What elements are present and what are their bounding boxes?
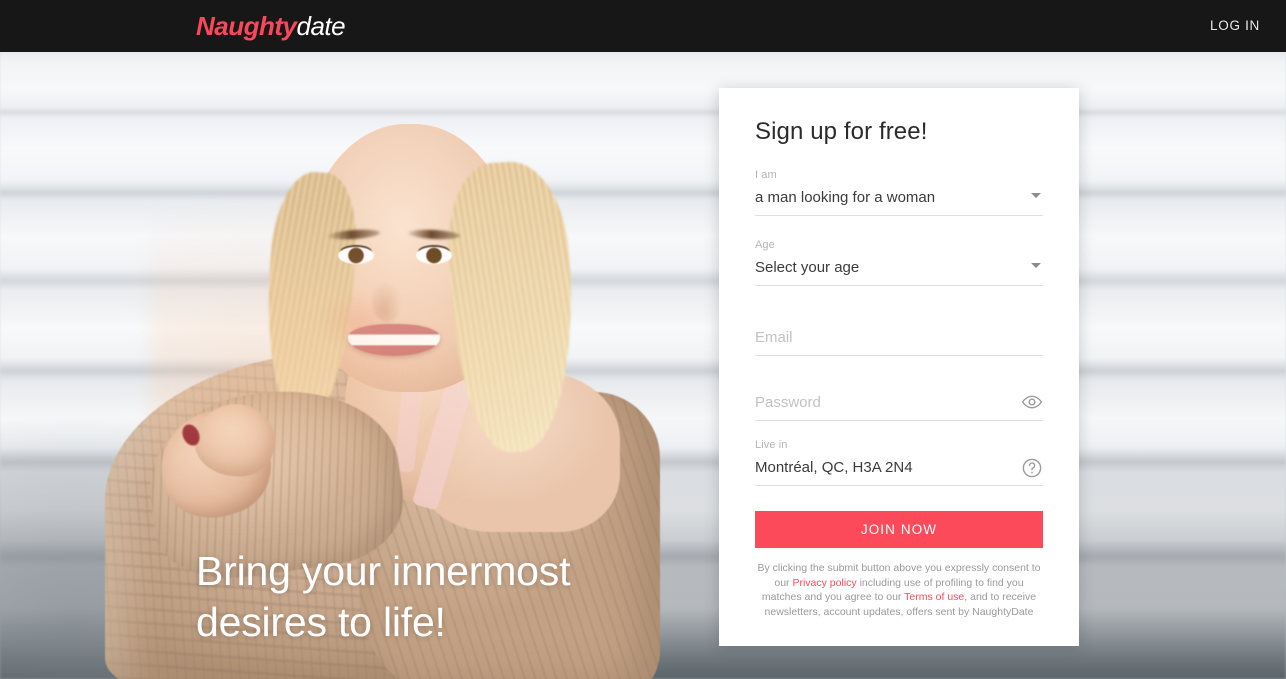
field-password[interactable]: Password [755,374,1043,421]
model-eye-left [338,247,374,264]
hero-tagline-line1: Bring your innermost [196,548,571,594]
field-i-am[interactable]: I am a man looking for a woman [755,169,1043,216]
hero-tagline-line2: desires to life! [196,599,446,645]
site-header: Naughtydate LOG IN [0,0,1286,52]
eye-icon[interactable] [1021,391,1043,413]
model-nose [372,280,402,322]
field-i-am-value: a man looking for a woman [755,189,936,206]
signup-disclaimer: By clicking the submit button above you … [755,561,1043,619]
login-link[interactable]: LOG IN [1210,0,1260,52]
page-root: Naughtydate LOG IN Bring your innermost … [0,0,1286,679]
model-eye-right [416,247,452,264]
chevron-down-icon[interactable] [1031,263,1041,268]
field-age-value: Select your age [755,259,860,276]
logo-text-primary: Naughty [196,11,297,41]
field-i-am-label: I am [755,169,777,181]
signup-card: Sign up for free! I am a man looking for… [719,88,1079,646]
field-age[interactable]: Age Select your age [755,239,1043,286]
field-live-in-value: Montréal, QC, H3A 2N4 [755,459,913,476]
password-input-placeholder: Password [755,394,821,411]
hero-section: Bring your innermost desires to life! [0,52,1286,679]
terms-of-use-link[interactable]: Terms of use [904,591,964,603]
signup-title: Sign up for free! [755,118,928,145]
privacy-policy-link[interactable]: Privacy policy [792,577,856,589]
hero-tagline: Bring your innermost desires to life! [196,546,666,648]
logo-text-secondary: date [296,11,346,41]
field-live-in-label: Live in [755,439,788,451]
field-email[interactable]: Email [755,309,1043,356]
chevron-down-icon[interactable] [1031,193,1041,198]
site-logo[interactable]: Naughtydate [196,8,346,44]
field-age-label: Age [755,239,775,251]
join-now-button[interactable]: JOIN NOW [755,511,1043,548]
email-input-placeholder: Email [755,329,793,346]
help-circle-icon[interactable] [1021,457,1043,479]
field-live-in[interactable]: Live in Montréal, QC, H3A 2N4 [755,439,1043,486]
